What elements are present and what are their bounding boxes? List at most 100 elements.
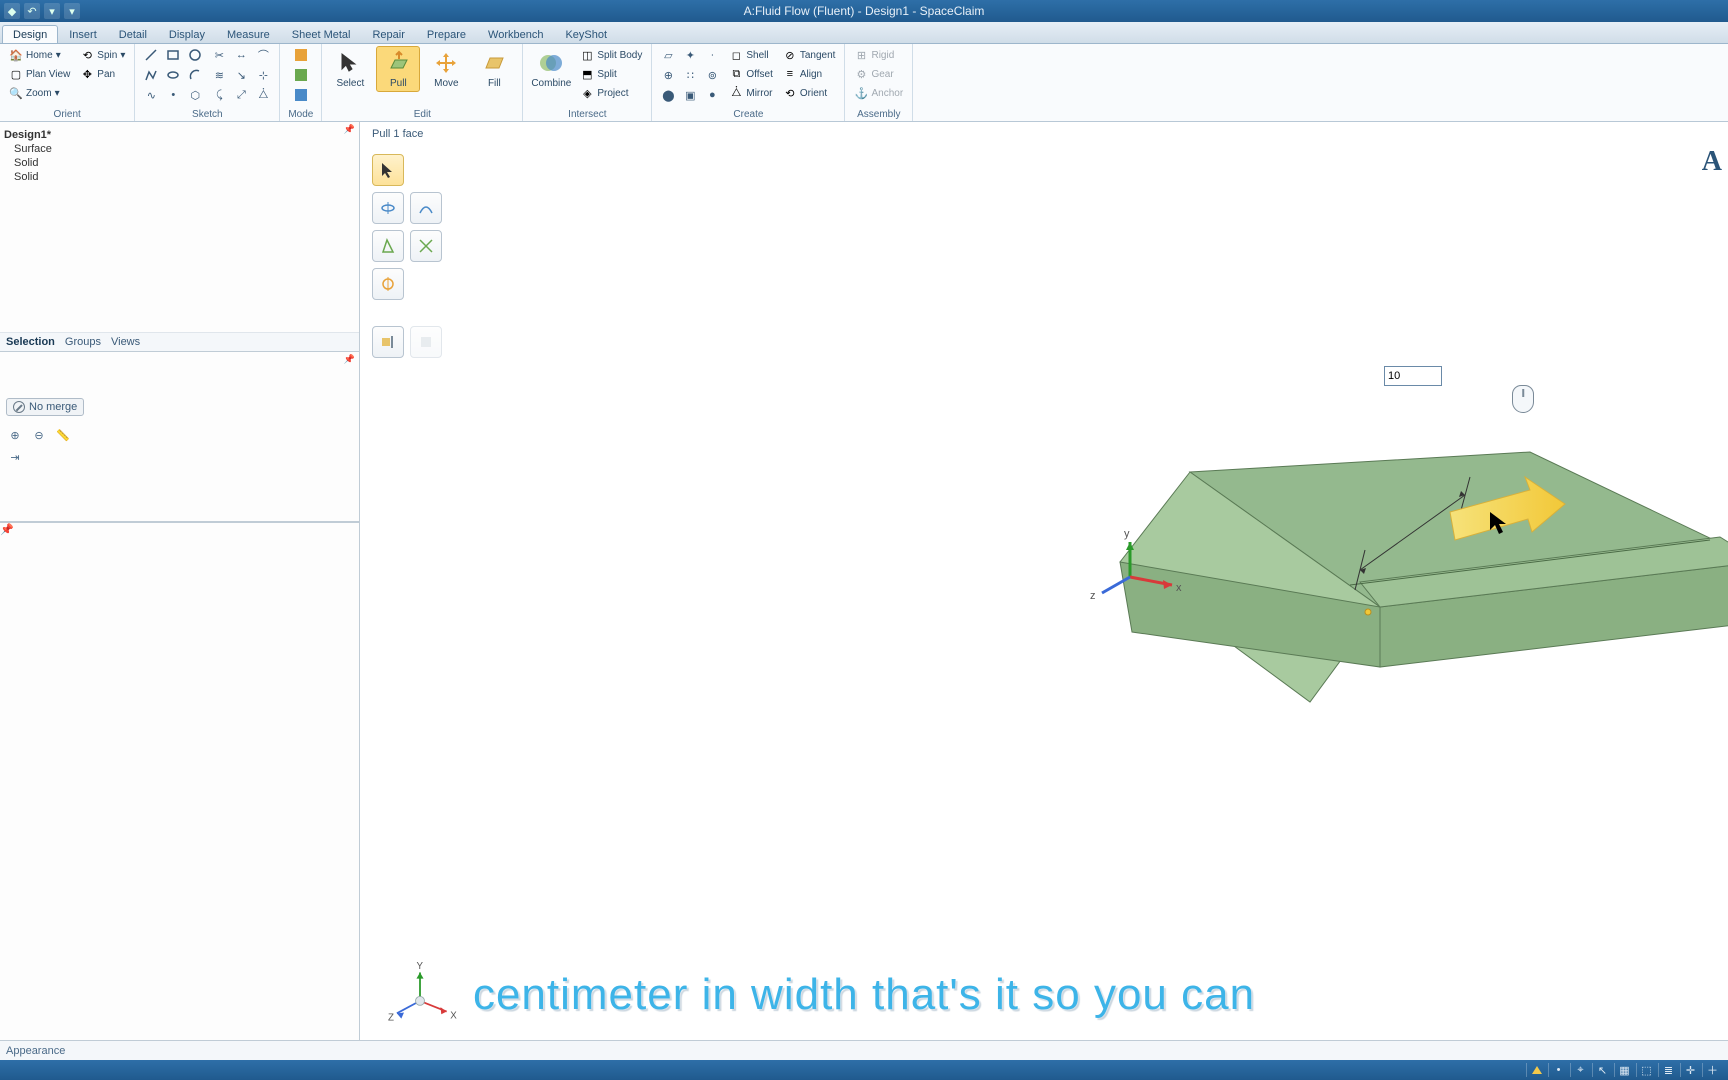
home-view-button[interactable]: 🏠 Home ▾ [6,46,73,64]
tab-groups[interactable]: Groups [65,336,101,348]
trim-tool[interactable]: ✂ [209,46,229,64]
tab-keyshot[interactable]: KeyShot [554,25,618,43]
plan-view-button[interactable]: ▢ Plan View [6,65,73,83]
pin-icon[interactable]: 📌 [0,524,14,536]
mt-revolve[interactable] [372,192,404,224]
status-axis[interactable]: ✛ [1680,1063,1700,1077]
orient-tool[interactable]: ⟲Orient [780,84,839,102]
split-tool[interactable]: ⬒Split [577,65,645,83]
tree-root[interactable]: Design1* [4,128,355,142]
fill-icon [480,49,508,77]
tab-prepare[interactable]: Prepare [416,25,477,43]
mt-scale[interactable] [410,230,442,262]
tab-display[interactable]: Display [158,25,216,43]
mt-select[interactable] [372,154,404,186]
offset-tool[interactable]: ⧉Offset [726,65,776,83]
origin-tool[interactable]: ⊕ [658,66,678,84]
fill-label: Fill [488,79,501,89]
project-tool[interactable]: ◈Project [577,84,645,102]
tree-node[interactable]: Surface [4,142,355,156]
polyline-tool[interactable] [141,66,161,84]
app-menu-button[interactable]: ◆ [4,3,20,19]
mt-draft[interactable] [372,230,404,262]
opt-ruler[interactable]: 📏 [54,426,72,444]
tab-repair[interactable]: Repair [361,25,415,43]
tab-views[interactable]: Views [111,336,140,348]
mirror-sketch-tool[interactable]: ⧊ [253,86,273,104]
line-tool[interactable] [141,46,161,64]
status-layers[interactable]: ≣ [1658,1063,1678,1077]
tab-insert[interactable]: Insert [58,25,108,43]
align-tool[interactable]: ≡Align [780,65,839,83]
axis-tool[interactable]: ✦ [680,46,700,64]
pin-icon[interactable]: 📌 [344,124,355,135]
tab-measure[interactable]: Measure [216,25,281,43]
move-tool[interactable]: Move [424,46,468,92]
construction-tool[interactable]: ⊹ [253,66,273,84]
tab-design[interactable]: Design [2,25,58,43]
undo-button[interactable]: ↶ [24,3,40,19]
extend-tool[interactable]: ↔ [231,46,251,64]
ellipse-tool[interactable] [163,66,183,84]
offset-curve-tool[interactable]: ≋ [209,66,229,84]
tab-selection[interactable]: Selection [6,336,55,348]
spline-tool[interactable]: ∿ [141,86,161,104]
view-triad[interactable]: X Y Z [380,952,460,1032]
box-tool[interactable]: ▣ [680,86,700,104]
mode-sketch[interactable] [291,46,311,64]
status-grid[interactable]: ▦ [1614,1063,1634,1077]
point-tool[interactable]: • [163,86,183,104]
tree-node[interactable]: Solid [4,156,355,170]
tab-workbench[interactable]: Workbench [477,25,554,43]
svg-text:z: z [1090,590,1096,602]
point3d-tool[interactable]: ∙ [702,46,722,64]
circle-tool[interactable] [185,46,205,64]
tab-sheetmetal[interactable]: Sheet Metal [281,25,362,43]
dimension-input[interactable] [1384,366,1442,386]
status-plus[interactable]: ＋ [1702,1063,1722,1077]
fillet-tool[interactable]: ⌒ [253,46,273,64]
viewport-3d[interactable]: Pull 1 face A [360,122,1728,1040]
cylinder-tool[interactable]: ⬤ [658,86,678,104]
opt-add[interactable]: ⊕ [6,426,24,444]
status-warning[interactable] [1526,1063,1546,1077]
fill-tool[interactable]: Fill [472,46,516,92]
tab-detail[interactable]: Detail [108,25,158,43]
rect-tool[interactable] [163,46,183,64]
bend-tool[interactable]: ⤹ [209,86,229,104]
redo-dropdown[interactable]: ▾ [44,3,60,19]
status-select[interactable]: ⬚ [1636,1063,1656,1077]
mt-upto[interactable] [372,326,404,358]
combine-tool[interactable]: Combine [529,46,573,92]
qat-more[interactable]: ▾ [64,3,80,19]
pattern-circular-tool[interactable]: ⊚ [702,66,722,84]
mt-sweep[interactable] [410,192,442,224]
pan-button[interactable]: ✥ Pan [77,65,128,83]
mode-section[interactable] [291,66,311,84]
sphere-tool[interactable]: ● [702,86,722,104]
pattern-linear-tool[interactable]: ∷ [680,66,700,84]
opt-cut[interactable]: ⊖ [30,426,48,444]
structure-tree[interactable]: Design1* Surface Solid Solid [0,122,359,332]
pull-tool[interactable]: Pull [376,46,420,92]
spin-button[interactable]: ⟲ Spin ▾ [77,46,128,64]
scale-tool[interactable]: ⤢ [231,86,251,104]
pin-icon[interactable]: 📌 [344,354,355,365]
status-snap[interactable]: ⌖ [1570,1063,1590,1077]
mode-3d[interactable] [291,86,311,104]
zoom-button[interactable]: 🔍 Zoom ▾ [6,84,73,102]
shell-tool[interactable]: ◻Shell [726,46,776,64]
status-cursor[interactable]: ↖ [1592,1063,1612,1077]
tree-node[interactable]: Solid [4,170,355,184]
plane-tool[interactable]: ▱ [658,46,678,64]
project-curve-tool[interactable]: ↘ [231,66,251,84]
select-tool[interactable]: Select [328,46,372,92]
arc-tool[interactable] [185,66,205,84]
mt-direction[interactable] [372,268,404,300]
mirror-tool[interactable]: ⧊Mirror [726,84,776,102]
tangent-tool[interactable]: ⊘Tangent [780,46,839,64]
polygon-tool[interactable]: ⬡ [185,86,205,104]
splitbody-tool[interactable]: ◫Split Body [577,46,645,64]
no-merge-button[interactable]: No merge [6,398,84,416]
opt-upto[interactable]: ⇥ [6,448,24,466]
